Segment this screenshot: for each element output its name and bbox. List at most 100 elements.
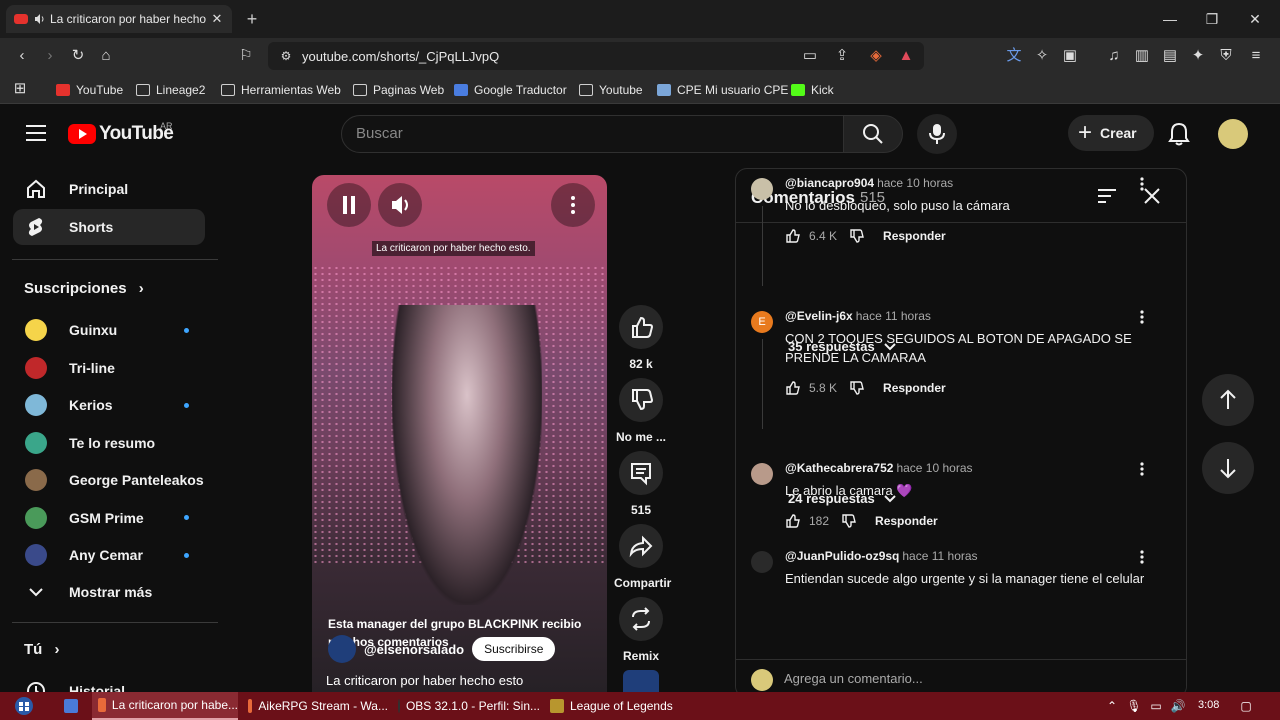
comment-author[interactable]: @JuanPulido-oz9sq xyxy=(785,549,899,563)
comment-author[interactable]: @biancapro904 xyxy=(785,176,874,190)
reply-button[interactable]: Responder xyxy=(883,381,946,395)
short-title[interactable]: La criticaron por haber hecho esto xyxy=(326,673,523,688)
short-video-player[interactable]: La criticaron por haber hecho esto. Esta… xyxy=(312,175,607,692)
notifications-bell-icon[interactable] xyxy=(1168,122,1190,146)
taskbar-clock[interactable]: 3:08 xyxy=(1198,699,1219,711)
comment-author[interactable]: @Kathecabrera752 xyxy=(785,461,893,475)
more-vertical-icon[interactable] xyxy=(1137,309,1147,325)
reply-button[interactable]: Responder xyxy=(875,514,938,528)
channel-avatar[interactable] xyxy=(328,635,356,663)
thumbs-down-icon[interactable] xyxy=(849,228,865,244)
tab-search-icon[interactable]: ▣ xyxy=(1060,46,1080,66)
reply-button[interactable]: Responder xyxy=(883,229,946,243)
taskbar-task-browser[interactable]: La criticaron por habe... xyxy=(92,692,238,720)
taskbar-app-icon[interactable] xyxy=(58,692,84,720)
tab-close-icon[interactable]: ✕ xyxy=(210,11,224,27)
volume-button[interactable] xyxy=(378,183,422,227)
network-icon[interactable]: ▭ xyxy=(1148,698,1164,714)
sidebar-item-principal[interactable]: Principal xyxy=(13,171,205,207)
share-icon[interactable]: ⇪ xyxy=(832,46,852,66)
comments-button[interactable]: 515 xyxy=(614,451,668,517)
more-vertical-icon[interactable] xyxy=(1137,176,1147,192)
url-text[interactable]: youtube.com/shorts/_CjPqLLJvpQ xyxy=(302,49,499,64)
tray-expand-icon[interactable]: ⌃ xyxy=(1104,698,1120,714)
vpn-icon[interactable]: ⛨ xyxy=(1216,46,1236,66)
translate-icon[interactable]: 文 xyxy=(1004,46,1024,66)
share-button[interactable]: Compartir xyxy=(614,524,671,590)
comment-time[interactable]: hace 10 horas xyxy=(877,176,953,190)
previous-short-button[interactable] xyxy=(1202,374,1254,426)
sidebar-item-historial[interactable]: Historial xyxy=(13,673,205,692)
search-input[interactable] xyxy=(356,125,826,142)
volume-tray-icon[interactable]: 🔊 xyxy=(1170,698,1186,714)
taskbar-task-lol[interactable]: League of Legends xyxy=(544,692,690,720)
youtube-logo[interactable]: YouTube xyxy=(68,123,174,145)
action-center-icon[interactable]: ▢ xyxy=(1238,698,1254,714)
browser-tab-active[interactable]: La criticaron por haber hecho ✕ xyxy=(6,5,232,33)
subscribe-button[interactable]: Suscribirse xyxy=(472,637,556,661)
home-icon[interactable]: ⌂ xyxy=(96,46,116,66)
tray-mic-icon[interactable]: 🎙 xyxy=(1126,698,1142,714)
apps-grid-icon[interactable]: ⊞ xyxy=(10,79,30,99)
brave-shield-icon[interactable]: ◈ xyxy=(866,46,886,66)
comment-avatar[interactable] xyxy=(751,178,773,200)
bookmark-lineage2[interactable]: Lineage2 xyxy=(136,81,205,99)
new-tab-button[interactable]: + xyxy=(242,9,262,29)
sidebar-icon[interactable]: ▥ xyxy=(1132,46,1152,66)
more-vertical-icon[interactable] xyxy=(1137,549,1147,565)
thumbs-up-icon[interactable] xyxy=(785,380,801,396)
bookmark-youtube[interactable]: YouTube xyxy=(56,81,123,99)
voice-search-button[interactable] xyxy=(917,114,957,154)
window-close-icon[interactable]: ✕ xyxy=(1245,9,1265,29)
media-icon[interactable]: ♫ xyxy=(1104,46,1124,66)
comment-time[interactable]: hace 10 horas xyxy=(896,461,972,475)
reload-icon[interactable]: ↻ xyxy=(68,46,88,66)
dislike-button[interactable]: No me ... xyxy=(614,378,668,444)
sidebar-item-subscription[interactable]: Te lo resumo xyxy=(13,425,205,461)
subscriptions-heading[interactable]: Suscripciones › xyxy=(24,280,144,297)
thumbs-up-icon[interactable] xyxy=(785,513,801,529)
thumbs-down-icon[interactable] xyxy=(841,513,857,529)
bookmark-cpe[interactable]: CPE Mi usuario CPE xyxy=(657,81,788,99)
restore-icon[interactable]: ❐ xyxy=(1202,9,1222,29)
video-more-button[interactable] xyxy=(551,183,595,227)
main-menu-icon[interactable]: ≡ xyxy=(1246,46,1266,66)
bookmark-icon[interactable]: ⚐ xyxy=(236,46,256,66)
sidebar-item-subscription[interactable]: George Panteleakos xyxy=(13,462,205,498)
taskbar-task-stream[interactable]: AikeRPG Stream - Wa... xyxy=(242,692,388,720)
bookmark-kick[interactable]: Kick xyxy=(791,81,834,99)
comment-time[interactable]: hace 11 horas xyxy=(856,309,931,323)
back-icon[interactable]: ‹ xyxy=(12,46,32,66)
forward-icon[interactable]: › xyxy=(40,46,60,66)
sidebar-item-shorts[interactable]: Shorts xyxy=(13,209,205,245)
account-avatar[interactable] xyxy=(1218,119,1248,149)
sidebar-item-subscription[interactable]: Guinxu xyxy=(13,312,205,348)
comment-avatar[interactable] xyxy=(751,463,773,485)
hamburger-menu-icon[interactable] xyxy=(26,125,46,141)
create-button[interactable]: + Crear xyxy=(1068,115,1154,151)
site-info-icon[interactable]: ⚙ xyxy=(276,46,296,66)
comment-time[interactable]: hace 11 horas xyxy=(902,549,977,563)
minimize-icon[interactable]: — xyxy=(1160,9,1180,29)
bookmark-google-traductor[interactable]: Google Traductor xyxy=(454,81,567,99)
like-button[interactable]: 82 k xyxy=(614,305,668,371)
pause-button[interactable] xyxy=(327,183,371,227)
extensions-icon[interactable]: ✧ xyxy=(1032,46,1052,66)
comment-avatar[interactable]: E xyxy=(751,311,773,333)
channel-name[interactable]: @elsenorsalado xyxy=(364,642,464,657)
more-vertical-icon[interactable] xyxy=(1137,461,1147,477)
cast-icon[interactable]: ▭ xyxy=(800,46,820,66)
sidebar-item-subscription[interactable]: Tri-line xyxy=(13,350,205,386)
wallet-icon[interactable]: ▤ xyxy=(1160,46,1180,66)
you-heading[interactable]: Tú › xyxy=(24,641,60,658)
sidebar-item-subscription[interactable]: GSM Prime xyxy=(13,500,205,536)
leo-ai-icon[interactable]: ✦ xyxy=(1188,46,1208,66)
brave-rewards-icon[interactable]: ▲ xyxy=(896,46,916,66)
sidebar-item-subscription[interactable]: Kerios xyxy=(13,387,205,423)
speaker-icon[interactable] xyxy=(34,13,46,25)
show-more-button[interactable]: Mostrar más xyxy=(13,574,205,610)
next-short-button[interactable] xyxy=(1202,442,1254,494)
remix-thumbnail[interactable] xyxy=(623,670,659,692)
thumbs-down-icon[interactable] xyxy=(849,380,865,396)
sidebar-item-subscription[interactable]: Any Cemar xyxy=(13,537,205,573)
